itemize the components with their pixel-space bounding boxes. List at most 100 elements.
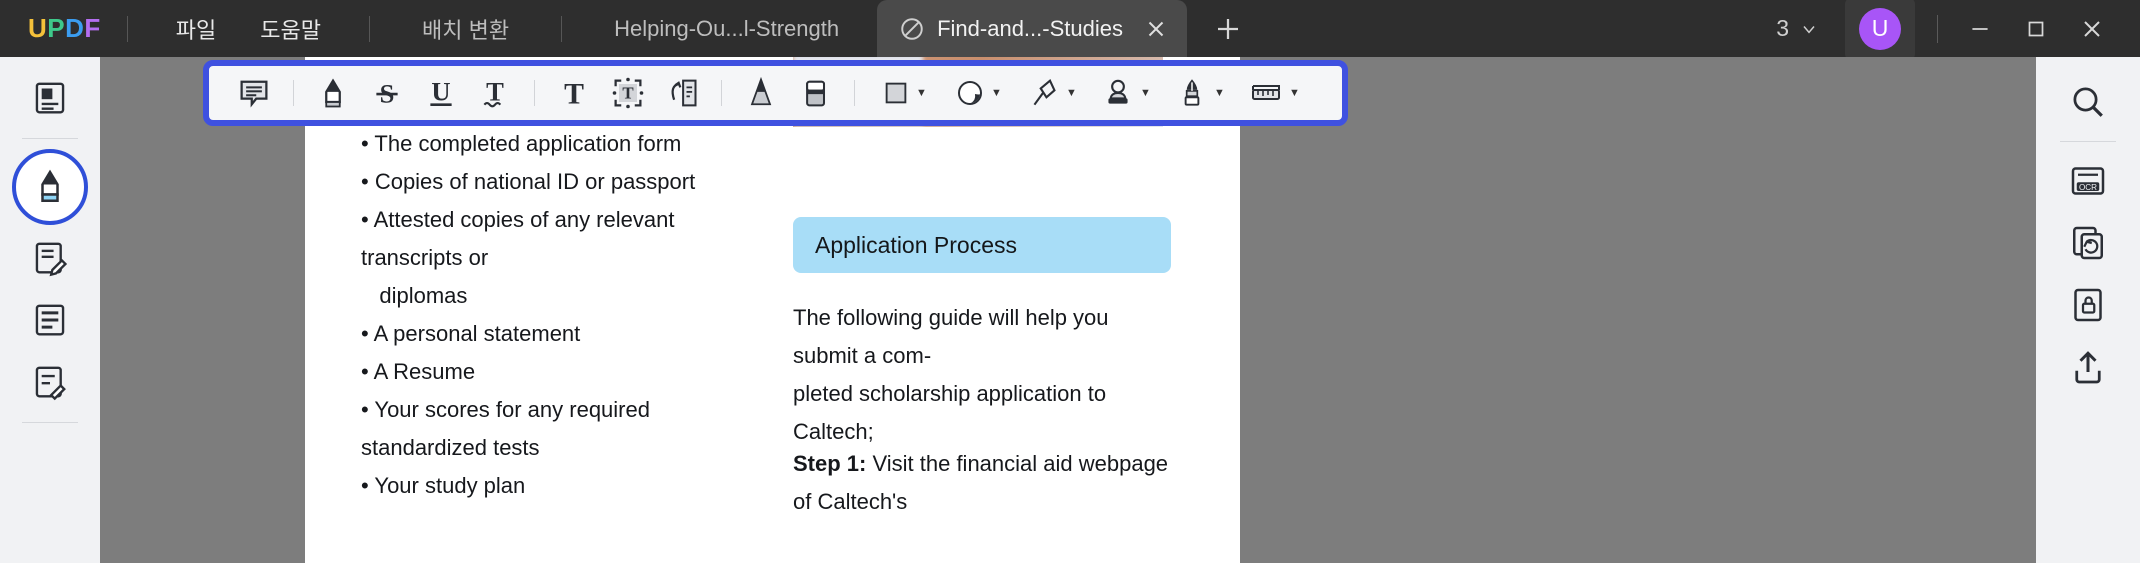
protect-document-icon — [2074, 288, 2102, 322]
window-controls: 3 U — [1758, 0, 2140, 60]
maximize-button[interactable] — [2008, 9, 2064, 49]
measure-ruler-icon-button[interactable]: ▼ — [1237, 70, 1311, 116]
eraser-icon-button[interactable] — [788, 70, 842, 116]
tab-helping-out[interactable]: Helping-Ou...l-Strength — [588, 16, 865, 42]
divider — [22, 422, 78, 423]
chevron-down-icon — [1803, 25, 1815, 33]
pencil-icon-button[interactable] — [734, 70, 788, 116]
minimize-button[interactable] — [1952, 9, 2008, 49]
list-item: • Your scores for any required standardi… — [361, 397, 657, 460]
rail-item-search[interactable] — [2056, 71, 2120, 133]
tab-title: Find-and...-Studies — [937, 15, 1123, 41]
svg-text:U: U — [431, 76, 450, 106]
document-paragraph: The following guide will help you submit… — [793, 299, 1178, 451]
sidebar-item-page-layout[interactable] — [19, 291, 81, 349]
divider — [854, 80, 855, 106]
tab-find-and-studies[interactable]: Find-and...-Studies — [877, 0, 1187, 57]
new-tab-icon[interactable] — [1213, 14, 1243, 44]
chevron-down-icon[interactable]: ▼ — [1066, 87, 1077, 99]
tab-count: 3 — [1776, 15, 1789, 41]
close-window-button[interactable] — [2064, 9, 2120, 49]
svg-text:T: T — [622, 84, 633, 103]
divider — [126, 15, 128, 42]
menu-help[interactable]: 도움말 — [238, 13, 343, 45]
sticker-icon-button[interactable]: ▼ — [941, 70, 1015, 116]
document-viewport[interactable]: • The completed application form • Copie… — [100, 57, 2036, 563]
text-callout-icon — [671, 79, 697, 107]
chevron-down-icon[interactable]: ▼ — [1289, 87, 1300, 99]
stamp-icon-button[interactable]: ▼ — [1089, 70, 1163, 116]
sticky-note-icon-button[interactable] — [227, 70, 281, 116]
chevron-down-icon[interactable]: ▼ — [916, 87, 927, 99]
squiggly-underline-icon: T — [483, 76, 504, 108]
close-icon — [2084, 20, 2100, 37]
text-box-icon-button[interactable]: T — [547, 70, 601, 116]
updf-window: U P D F 파일 도움말 배치 변환 Helping-Ou...l-Stre… — [0, 0, 2140, 563]
underline-icon-button[interactable]: U — [414, 70, 468, 116]
list-item: diplomas — [361, 283, 468, 308]
divider — [369, 15, 371, 42]
step-label: Step 1: — [793, 451, 867, 476]
section-heading-text: Application Process — [815, 231, 1017, 258]
svg-text:T: T — [486, 76, 504, 106]
highlighter-icon-button[interactable] — [306, 70, 360, 116]
highlighter-pen-icon — [41, 169, 59, 202]
eraser-icon — [806, 80, 826, 107]
highlighter-icon — [325, 78, 341, 108]
sticky-note-icon — [240, 80, 268, 108]
list-item: • Attested copies of any relevant transc… — [361, 207, 681, 270]
sidebar-item-edit-pdf[interactable] — [19, 229, 81, 287]
divider — [721, 80, 722, 106]
rail-item-share[interactable] — [2056, 336, 2120, 398]
text-field-icon: T — [612, 77, 644, 109]
pin-icon — [1033, 78, 1056, 106]
convert-icon — [2073, 226, 2103, 260]
chevron-down-icon[interactable]: ▼ — [1140, 87, 1151, 99]
text-field-icon-button[interactable]: T — [601, 70, 655, 116]
logo-letter-u: U — [28, 13, 48, 43]
sidebar-item-form[interactable] — [19, 353, 81, 411]
sidebar-item-organize-pages[interactable] — [19, 69, 81, 127]
ocr-icon: OCR — [2071, 167, 2105, 195]
form-document-icon — [35, 366, 66, 401]
maximize-icon — [2028, 21, 2044, 36]
rail-item-ocr[interactable]: OCR — [2056, 150, 2120, 212]
sidebar-item-comment[interactable] — [12, 149, 88, 225]
tab-list-dropdown[interactable]: 3 — [1758, 15, 1837, 42]
signature-pen-icon-button[interactable]: ▼ — [1163, 70, 1237, 116]
page-thumbnail-icon — [35, 82, 65, 114]
sticker-icon — [958, 81, 983, 105]
chevron-down-icon[interactable]: ▼ — [1214, 87, 1225, 99]
divider — [22, 138, 78, 139]
squiggly-underline-icon-button[interactable]: T — [468, 70, 522, 116]
avatar: U — [1859, 7, 1901, 50]
section-heading-banner: Application Process — [793, 217, 1171, 273]
tab-batch-convert[interactable]: 배치 변환 — [396, 13, 535, 45]
rail-item-convert[interactable] — [2056, 212, 2120, 274]
chevron-down-icon[interactable]: ▼ — [991, 87, 1002, 99]
stamp-icon — [1108, 79, 1128, 104]
text-callout-icon-button[interactable] — [655, 70, 709, 116]
pdf-page[interactable]: • The completed application form • Copie… — [305, 57, 1240, 563]
text-box-icon: T — [564, 78, 584, 110]
paragraph-line-2: pleted scholarship application to Caltec… — [793, 381, 1107, 444]
logo-letter-f: F — [84, 13, 101, 43]
search-icon — [2073, 87, 2103, 117]
account-button[interactable]: U — [1845, 0, 1915, 60]
pencil-icon — [750, 76, 772, 106]
title-bar: U P D F 파일 도움말 배치 변환 Helping-Ou...l-Stre… — [0, 0, 2140, 60]
menu-file[interactable]: 파일 — [154, 13, 238, 45]
share-icon — [2075, 351, 2101, 384]
close-icon[interactable] — [1143, 16, 1169, 42]
annotation-toolbar[interactable]: S U T T T ▼ ▼ ▼ ▼ ▼ ▼ — [203, 60, 1348, 126]
list-item: • Your study plan — [361, 473, 526, 498]
left-sidebar — [0, 57, 100, 563]
pin-icon-button[interactable]: ▼ — [1015, 70, 1089, 116]
rail-item-protect[interactable] — [2056, 274, 2120, 336]
shape-square-icon-button[interactable]: ▼ — [867, 70, 941, 116]
app-logo[interactable]: U P D F — [28, 13, 101, 44]
strikethrough-icon-button[interactable]: S — [360, 70, 414, 116]
divider — [1937, 14, 1938, 43]
edit-document-icon — [35, 242, 68, 277]
measure-ruler-icon — [1252, 85, 1281, 100]
